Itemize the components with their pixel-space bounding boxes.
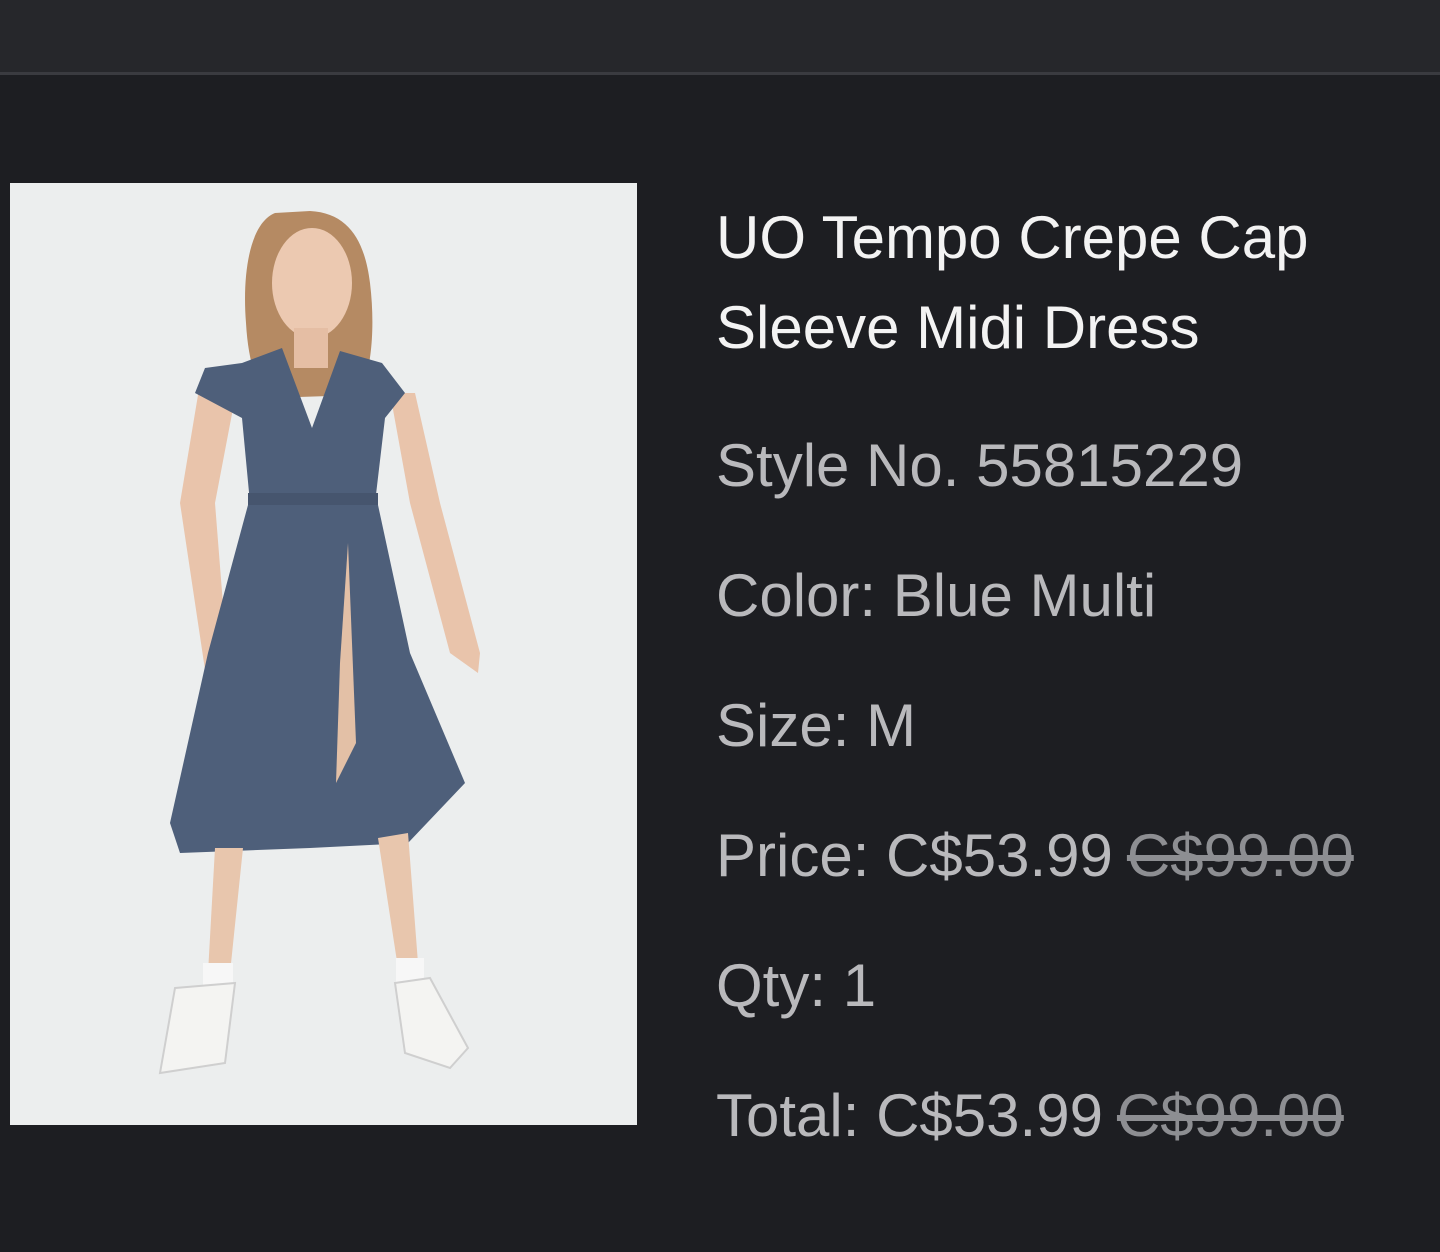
color-value: Blue Multi (892, 562, 1157, 629)
total-value: C$53.99 (876, 1082, 1103, 1149)
qty-label: Qty: (716, 952, 827, 1019)
color-label: Color: (716, 562, 877, 629)
top-bar (0, 0, 1440, 75)
model-in-dress-illustration (10, 183, 637, 1125)
style-number-row: Style No. 55815229 (716, 431, 1243, 501)
color-row: Color: Blue Multi (716, 561, 1156, 631)
product-image[interactable] (10, 183, 637, 1125)
total-original-value: C$99.00 (1116, 1082, 1344, 1149)
product-details: UO Tempo Crepe Cap Sleeve Midi Dress Sty… (716, 193, 1440, 1149)
style-number-label: Style No. (716, 432, 960, 499)
qty-row: Qty: 1 (716, 951, 876, 1021)
size-value: M (866, 692, 917, 759)
product-title[interactable]: UO Tempo Crepe Cap Sleeve Midi Dress (716, 193, 1416, 373)
qty-value: 1 (842, 952, 877, 1019)
price-original-value: C$99.00 (1126, 822, 1354, 889)
price-label: Price: (716, 822, 870, 889)
style-number-value: 55815229 (976, 432, 1244, 499)
total-label: Total: (716, 1082, 860, 1149)
order-item-card: UO Tempo Crepe Cap Sleeve Midi Dress Sty… (0, 75, 1440, 1252)
price-value: C$53.99 (886, 822, 1113, 889)
total-row: Total: C$53.99 C$99.00 (716, 1081, 1344, 1151)
size-label: Size: (716, 692, 850, 759)
price-row: Price: C$53.99 C$99.00 (716, 821, 1354, 891)
size-row: Size: M (716, 691, 916, 761)
